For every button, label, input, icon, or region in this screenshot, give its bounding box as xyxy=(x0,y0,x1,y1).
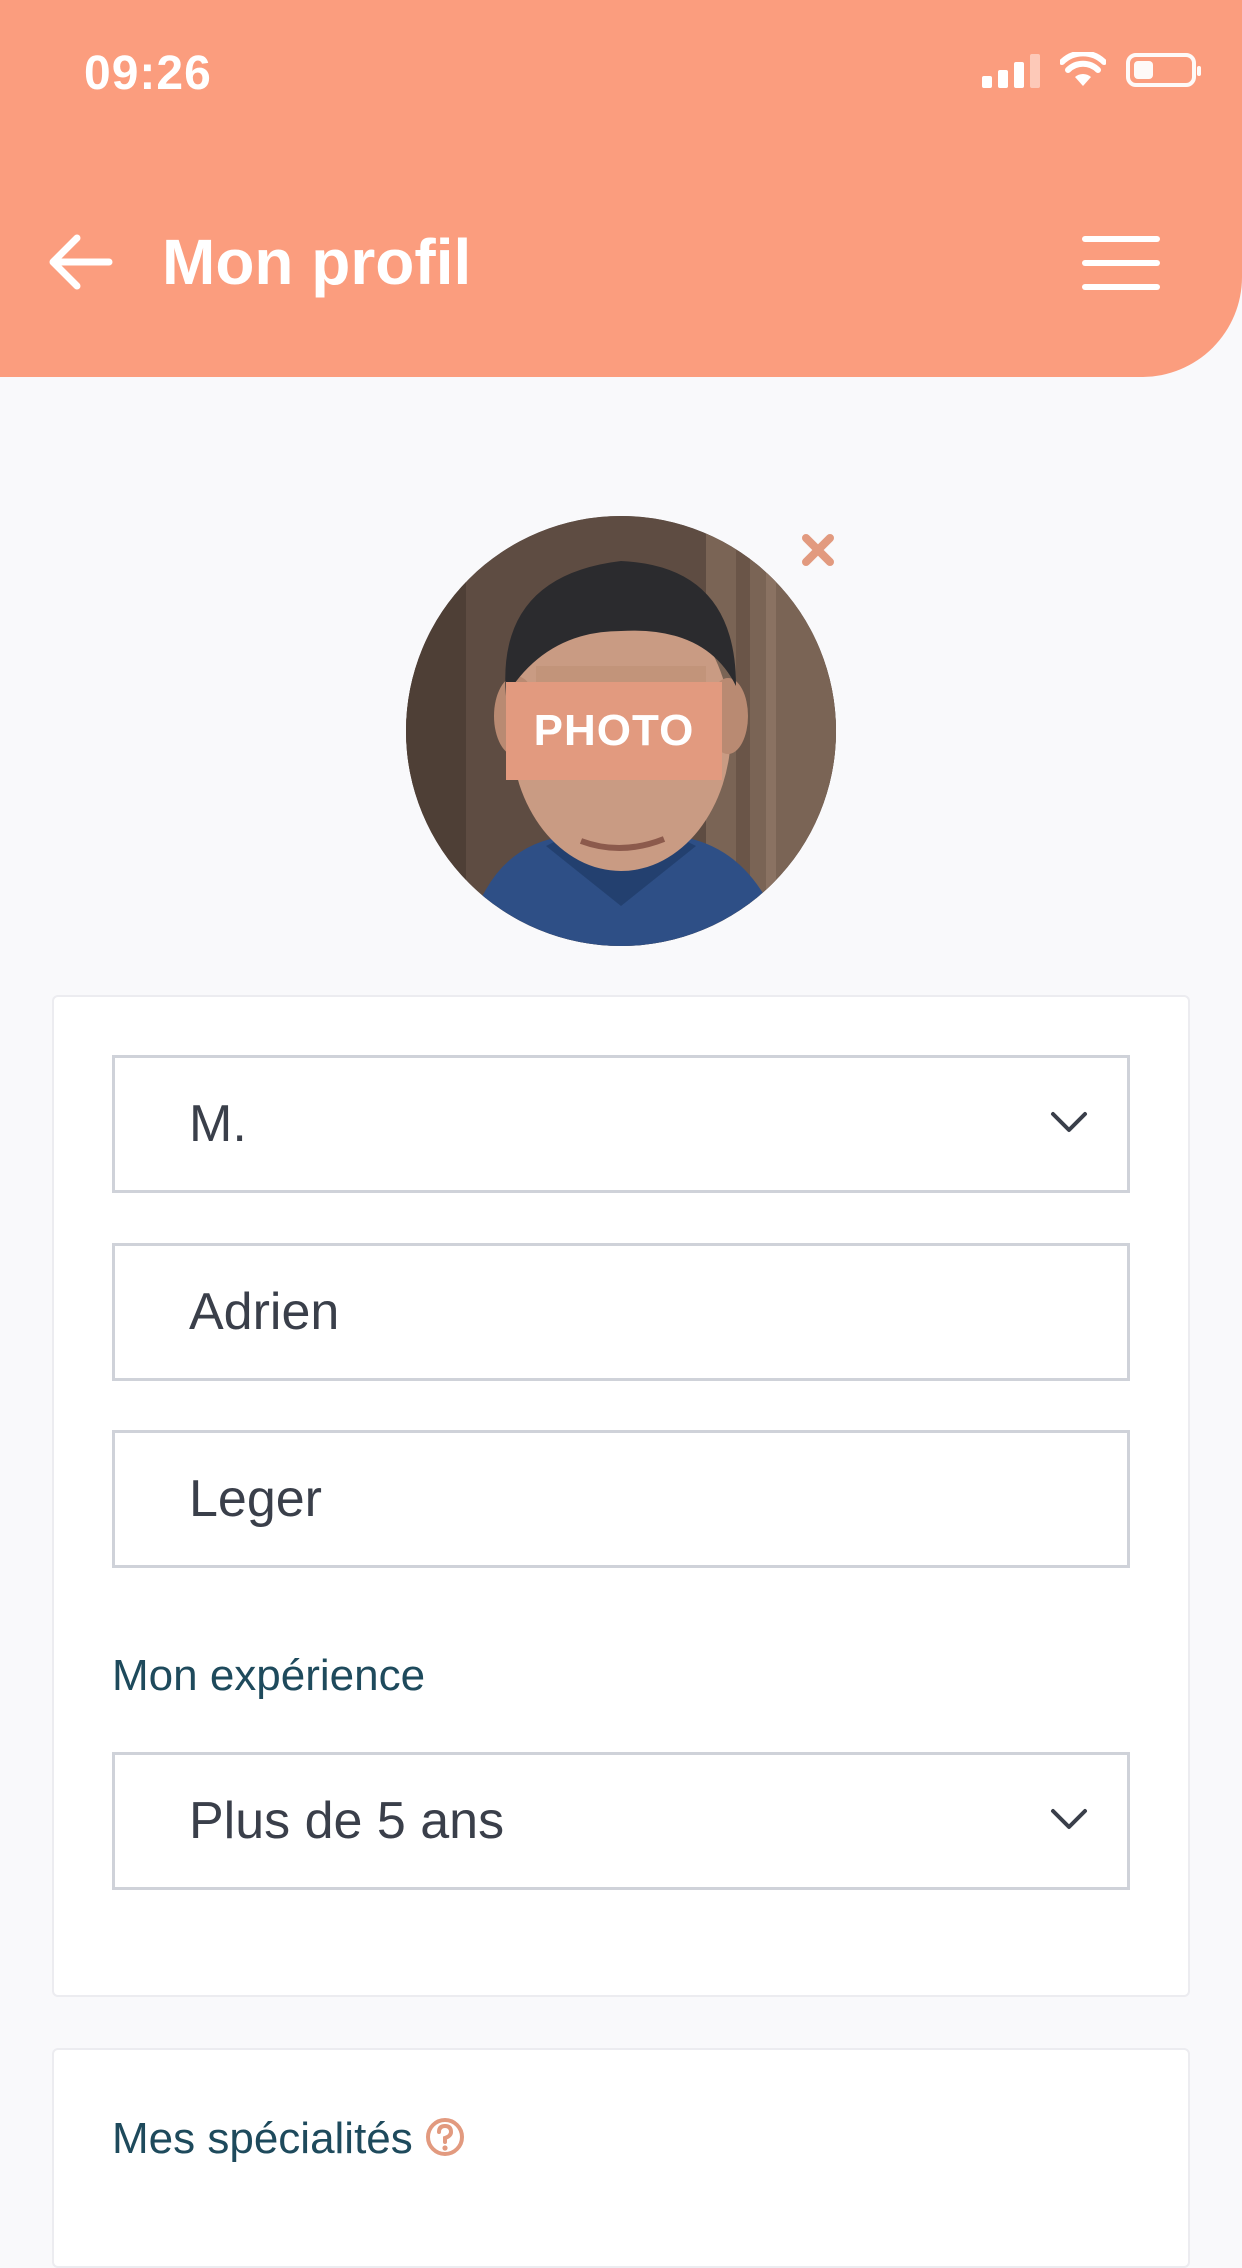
page-title: Mon profil xyxy=(162,226,472,298)
battery-icon xyxy=(1126,53,1201,87)
specialties-heading: Mes spécialités xyxy=(112,2114,465,2164)
photo-badge: PHOTO xyxy=(506,682,722,780)
wifi-icon xyxy=(1060,52,1106,86)
profile-photo[interactable]: PHOTO xyxy=(406,516,836,946)
chevron-down-icon xyxy=(1051,1112,1087,1132)
app-header: 09:26 Mon profil xyxy=(0,0,1242,377)
experience-select[interactable]: Plus de 5 ans xyxy=(112,1752,1130,1890)
hamburger-menu-button[interactable] xyxy=(1082,228,1172,298)
menu-bar xyxy=(1082,284,1160,290)
battery-level xyxy=(1134,61,1153,79)
status-icons xyxy=(982,52,1201,88)
status-time: 09:26 xyxy=(84,47,212,100)
menu-bar xyxy=(1082,236,1160,242)
identity-card: M. Adrien Leger Mon expérience Plus de 5… xyxy=(52,995,1190,1997)
last-name-field[interactable]: Leger xyxy=(112,1430,1130,1568)
menu-bar xyxy=(1082,260,1160,266)
chevron-down-icon xyxy=(1051,1809,1087,1829)
civility-select[interactable]: M. xyxy=(112,1055,1130,1193)
remove-photo-button[interactable] xyxy=(796,528,840,572)
specialties-label: Mes spécialités xyxy=(112,2114,413,2163)
arrow-left-icon xyxy=(49,234,113,290)
question-circle-icon[interactable] xyxy=(425,2117,465,2157)
back-button[interactable] xyxy=(40,222,120,302)
avatar: PHOTO xyxy=(406,516,836,946)
specialties-card: Mes spécialités xyxy=(52,2048,1190,2268)
first-name-value: Adrien xyxy=(189,1283,340,1341)
cellular-signal-icon xyxy=(982,52,1040,88)
close-icon xyxy=(802,534,834,566)
last-name-value: Leger xyxy=(189,1470,322,1528)
civility-value: M. xyxy=(189,1095,247,1153)
experience-value: Plus de 5 ans xyxy=(189,1792,505,1850)
first-name-field[interactable]: Adrien xyxy=(112,1243,1130,1381)
experience-label: Mon expérience xyxy=(112,1651,426,1700)
